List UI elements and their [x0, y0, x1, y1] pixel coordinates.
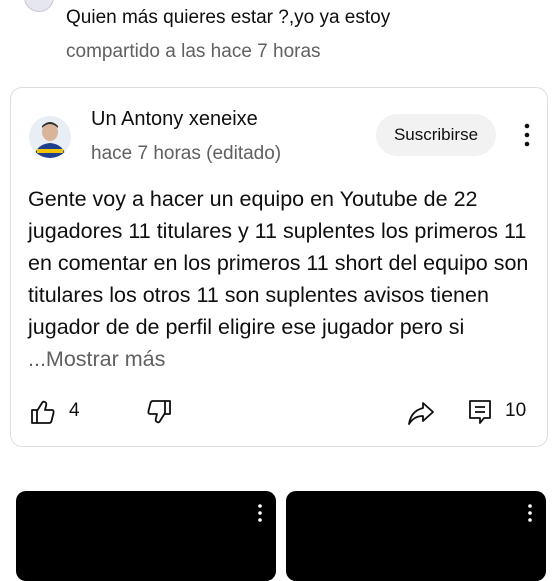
community-post-card: Un Antony xeneixe hace 7 horas (editado)…	[10, 87, 548, 447]
previous-comment-text: Quien más quieres estar ?,yo ya estoy	[66, 7, 391, 28]
more-vert-icon[interactable]	[256, 503, 264, 523]
like-count: 4	[69, 400, 80, 421]
post-body: Gente voy a hacer un equipo en Youtube d…	[28, 183, 533, 375]
subscribe-button[interactable]: Suscribirse	[376, 114, 496, 156]
show-more-link[interactable]: ...Mostrar más	[28, 347, 165, 371]
reply-count: 10	[505, 400, 527, 421]
previous-comment-time: compartido a las hace 7 horas	[66, 41, 321, 62]
comment-icon[interactable]	[467, 398, 493, 426]
author-name[interactable]: Un Antony xeneixe	[91, 108, 258, 131]
previous-avatar[interactable]	[24, 0, 54, 12]
short-thumbnail[interactable]	[16, 491, 276, 581]
thumb-up-icon[interactable]	[29, 398, 57, 426]
more-vert-icon[interactable]	[526, 503, 534, 523]
more-vert-icon[interactable]	[517, 120, 537, 150]
thumb-down-icon[interactable]	[145, 398, 173, 426]
share-icon[interactable]	[407, 400, 435, 426]
short-thumbnail[interactable]	[286, 491, 546, 581]
post-body-text: Gente voy a hacer un equipo en Youtube d…	[28, 187, 529, 339]
post-timestamp: hace 7 horas (editado)	[91, 143, 282, 164]
post-actions: 4 10	[11, 388, 547, 438]
author-avatar[interactable]	[29, 116, 71, 158]
